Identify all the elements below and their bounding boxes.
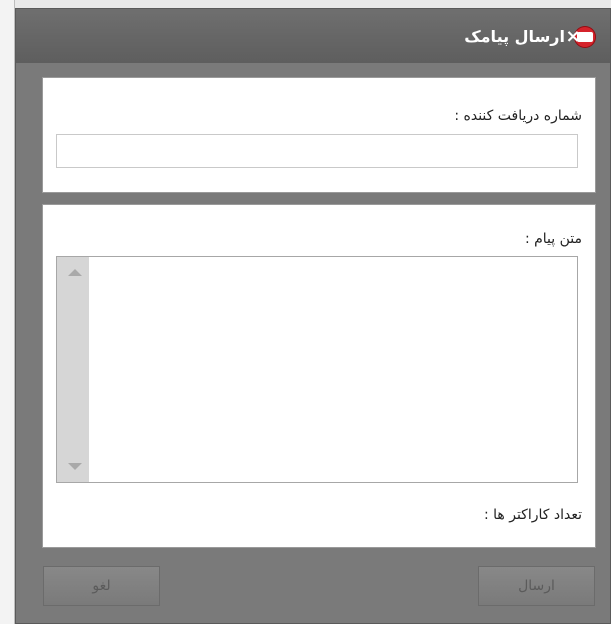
message-panel: متن پیام : تعداد کاراکتر ها : — [42, 204, 596, 548]
desktop-background — [0, 0, 15, 624]
recipient-label: شماره دریافت کننده : — [454, 108, 582, 124]
char-count-label: تعداد کاراکتر ها : — [483, 507, 582, 523]
arrow-up-icon[interactable] — [68, 269, 82, 276]
message-textarea[interactable] — [56, 256, 578, 483]
message-scrollbar[interactable] — [57, 257, 89, 482]
send-sms-dialog: ارسال پیامک × شماره دریافت کننده : متن پ… — [15, 8, 611, 624]
title-bar[interactable]: ارسال پیامک — [16, 9, 610, 63]
message-label: متن پیام : — [524, 231, 582, 247]
recipient-input[interactable] — [56, 134, 578, 168]
send-button[interactable]: ارسال — [478, 566, 595, 606]
close-button[interactable]: × — [562, 27, 584, 49]
cancel-button[interactable]: لغو — [43, 566, 160, 606]
dialog-title: ارسال پیامک — [464, 27, 565, 46]
recipient-panel: شماره دریافت کننده : — [42, 77, 596, 193]
arrow-down-icon[interactable] — [68, 463, 82, 470]
